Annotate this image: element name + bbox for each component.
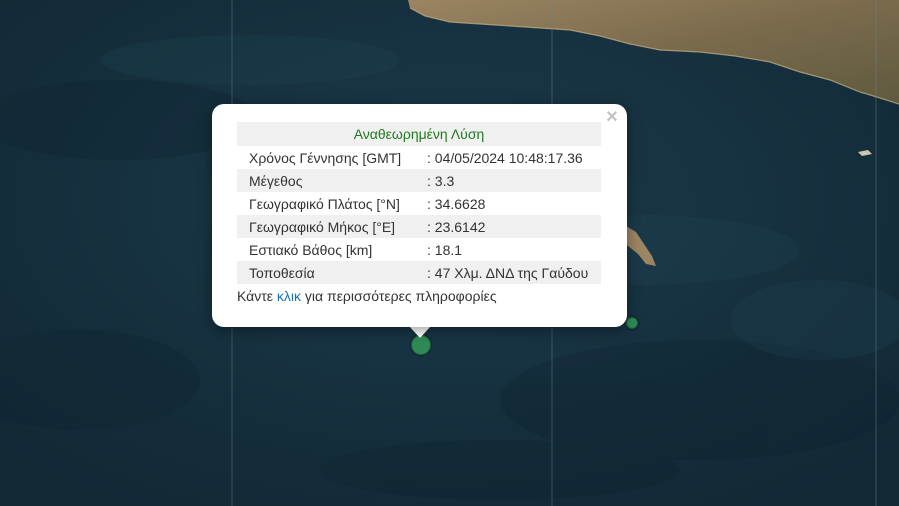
- value-magnitude: : 3.3: [427, 169, 601, 192]
- info-row-magnitude: Μέγεθος : 3.3: [237, 169, 601, 192]
- value-location: : 47 Χλμ. ΔΝΔ της Γαύδου: [427, 261, 601, 284]
- label-depth: Εστιακό Βάθος [km]: [249, 241, 373, 258]
- popup-tip: [409, 326, 431, 338]
- label-time: Χρόνος Γέννησης [GMT]: [249, 149, 402, 166]
- earthquake-marker-secondary[interactable]: [626, 317, 638, 329]
- value-latitude: : 34.6628: [427, 195, 486, 212]
- value-longitude: : 23.6142: [427, 215, 601, 238]
- more-info-link[interactable]: κλικ: [277, 288, 301, 304]
- earthquake-info-popup: × Αναθεωρημένη Λύση Χρόνος Γέννησης [GMT…: [212, 104, 627, 327]
- value-time: : 04/05/2024 10:48:17.36: [427, 149, 583, 166]
- info-row-latitude: Γεωγραφικό Πλάτος [°N] : 34.6628: [237, 192, 601, 215]
- info-row-longitude: Γεωγραφικό Μήκος [°E] : 23.6142: [237, 215, 601, 238]
- earthquake-marker-selected[interactable]: [411, 335, 431, 355]
- label-location: Τοποθεσία: [237, 261, 427, 284]
- info-row-time: Χρόνος Γέννησης [GMT] : 04/05/2024 10:48…: [237, 146, 601, 169]
- info-row-depth: Εστιακό Βάθος [km] : 18.1: [237, 238, 601, 261]
- info-table: Αναθεωρημένη Λύση Χρόνος Γέννησης [GMT] …: [237, 122, 601, 307]
- close-icon[interactable]: ×: [603, 107, 621, 127]
- label-magnitude: Μέγεθος: [237, 169, 427, 192]
- more-info-prefix: Κάντε: [237, 287, 277, 304]
- info-row-location: Τοποθεσία : 47 Χλμ. ΔΝΔ της Γαύδου: [237, 261, 601, 284]
- value-depth: : 18.1: [427, 241, 463, 258]
- more-info-suffix: για περισσότερες πληροφορίες: [301, 287, 497, 304]
- more-info-text: Κάντε κλικ για περισσότερες πληροφορίες: [237, 284, 601, 307]
- label-longitude: Γεωγραφικό Μήκος [°E]: [237, 215, 427, 238]
- popup-title: Αναθεωρημένη Λύση: [237, 122, 601, 146]
- label-latitude: Γεωγραφικό Πλάτος [°N]: [249, 195, 400, 212]
